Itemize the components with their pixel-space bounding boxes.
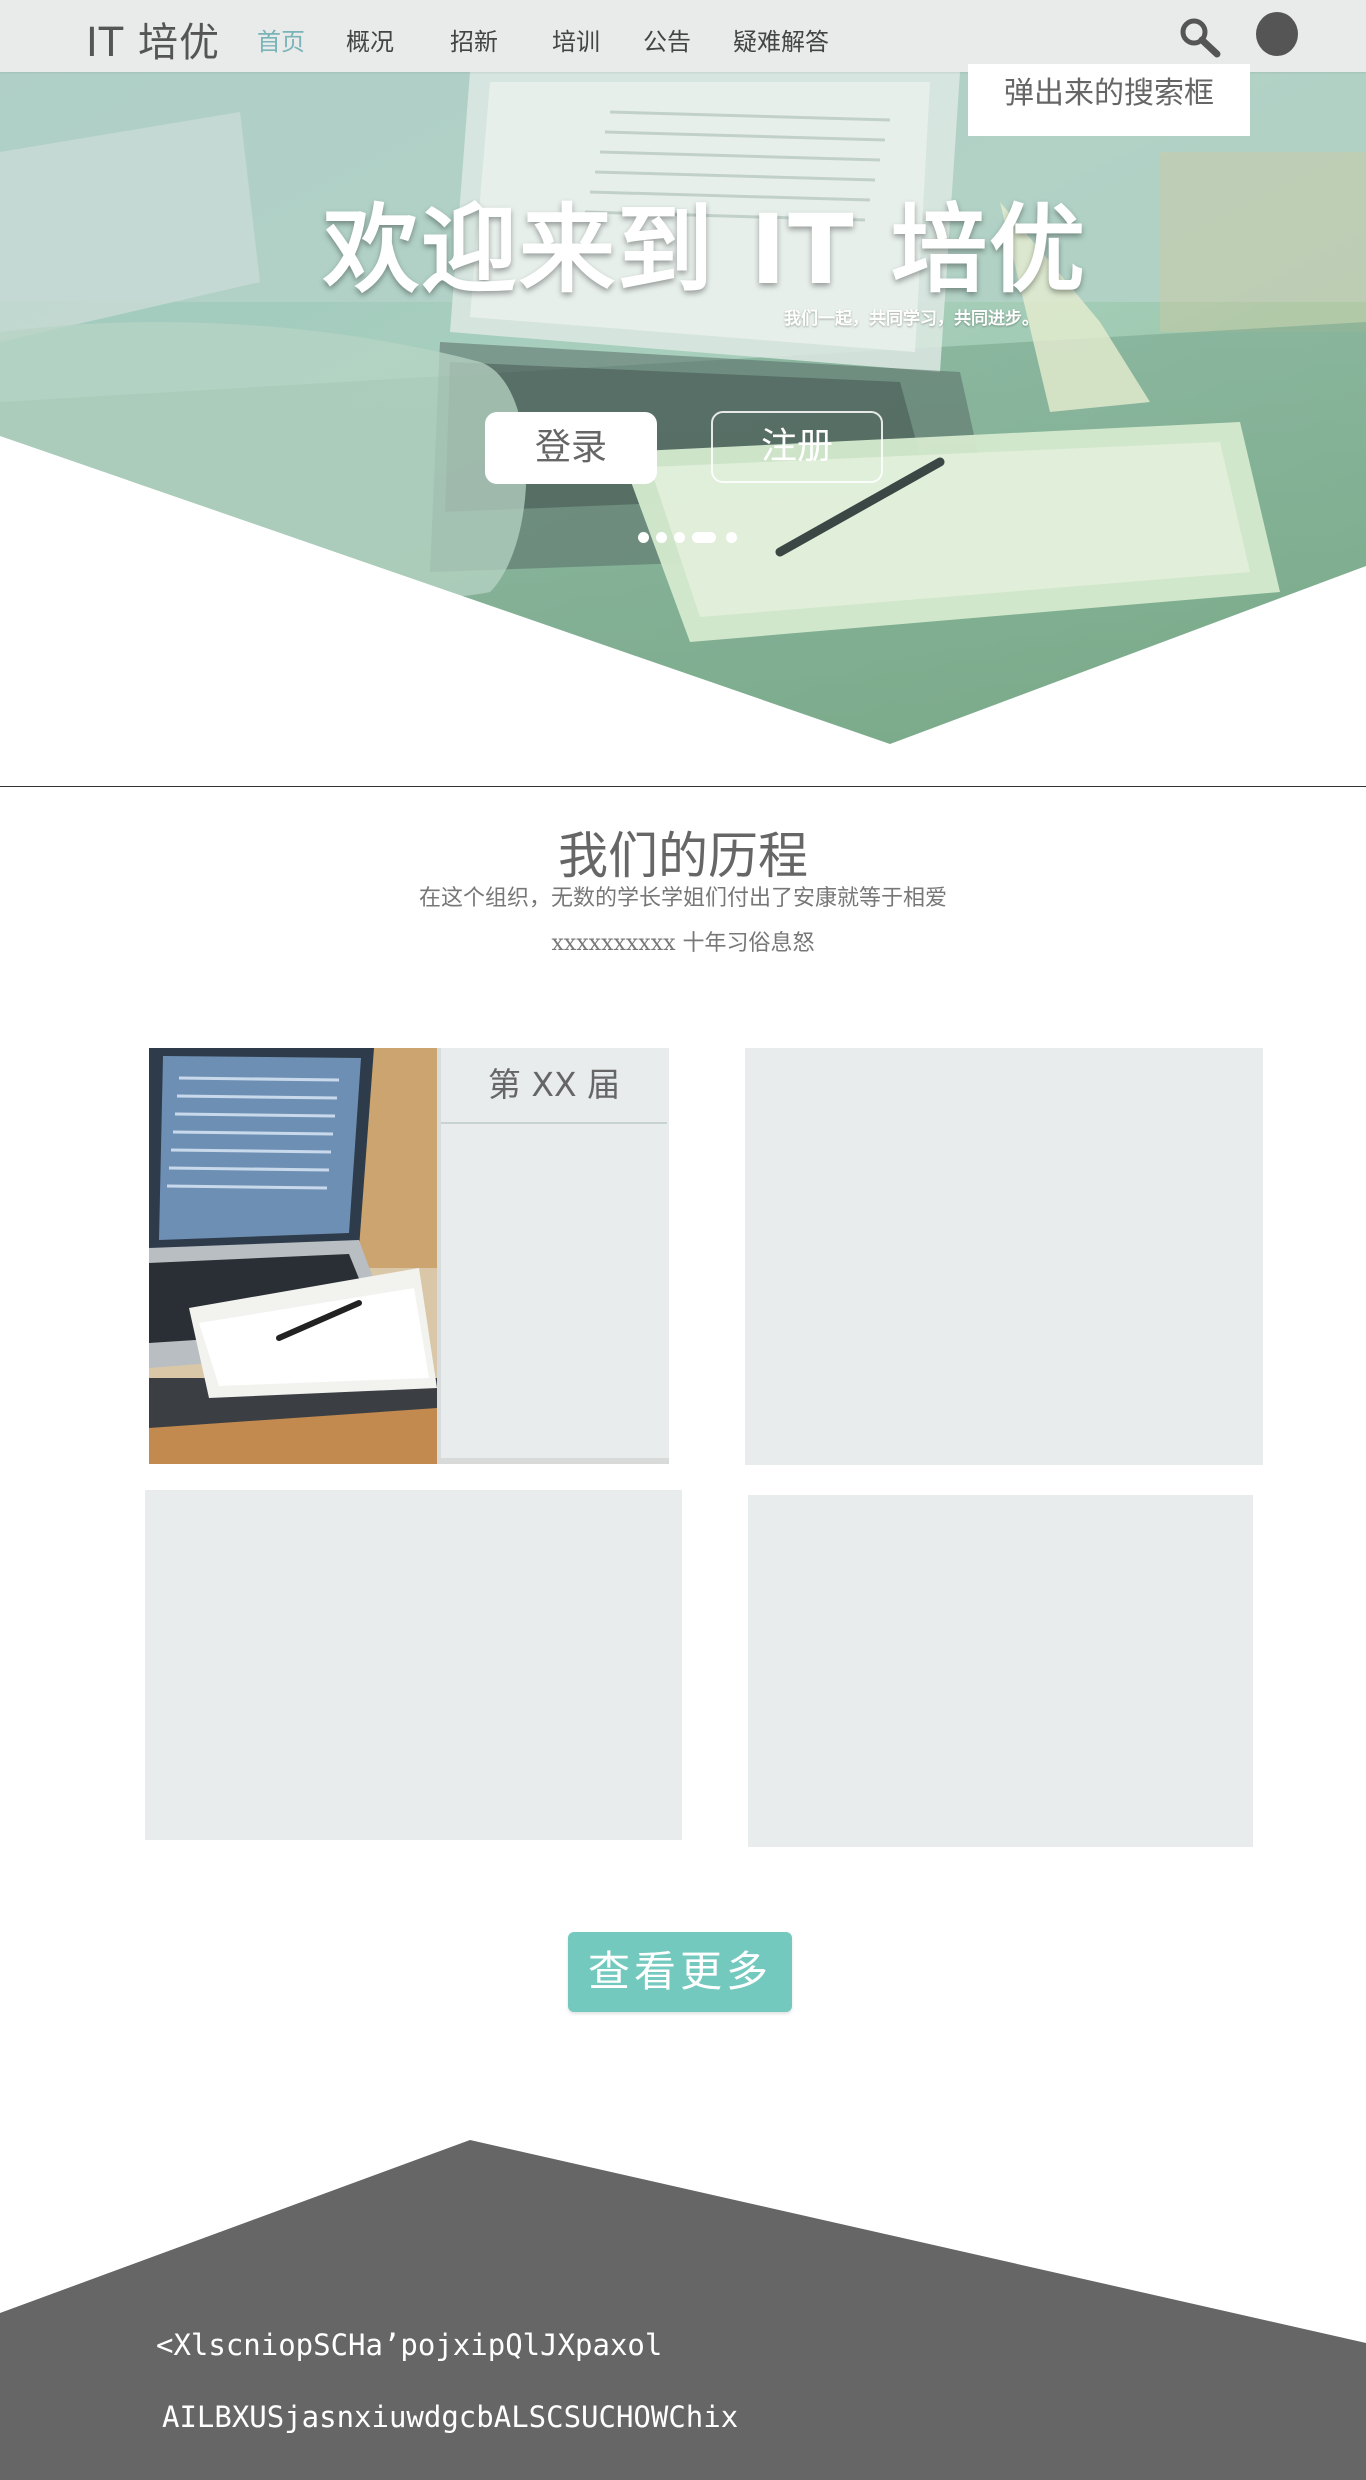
nav-item-recruit[interactable]: 招新 xyxy=(450,22,498,57)
nav-item-announcement[interactable]: 公告 xyxy=(643,22,691,57)
footer-text-1: <XlscniopSCHa’pojxipQlJXpaxol xyxy=(156,2328,663,2362)
section-divider xyxy=(0,786,1366,787)
history-description-2: xxxxxxxxxx 十年习俗息怒 xyxy=(551,931,815,956)
view-more-button[interactable]: 查看更多 xyxy=(568,1932,792,2012)
nav-item-home[interactable]: 首页 xyxy=(257,22,305,57)
hero-title: 欢迎来到 IT 培优 xyxy=(322,194,1088,306)
history-card-3[interactable] xyxy=(145,1490,682,1840)
history-card-image xyxy=(149,1048,437,1464)
nav-item-overview[interactable]: 概况 xyxy=(346,22,394,57)
login-button[interactable]: 登录 xyxy=(485,412,657,484)
register-button[interactable]: 注册 xyxy=(711,411,883,483)
history-card-2[interactable] xyxy=(745,1048,1263,1465)
top-nav: IT 培优 首页 概况 招新 培训 公告 疑难解答 xyxy=(0,0,1366,72)
carousel-dot-1[interactable] xyxy=(638,532,649,543)
nav-item-faq[interactable]: 疑难解答 xyxy=(733,22,829,57)
brand-logo[interactable]: IT 培优 xyxy=(86,10,220,68)
carousel-dot-4[interactable] xyxy=(692,532,716,543)
carousel-dot-5[interactable] xyxy=(726,532,737,543)
footer-text-2: AILBXUSjasnxiuwdgcbALSCSUCHOWChix xyxy=(162,2400,739,2434)
search-icon[interactable] xyxy=(1178,16,1222,60)
carousel-dot-2[interactable] xyxy=(656,532,667,543)
history-card-title: 第 XX 届 xyxy=(441,1048,667,1124)
hero-subtitle: 我们一起，共同学习，共同进步。 xyxy=(784,309,1039,329)
history-title: 我们的历程 xyxy=(558,827,808,885)
history-card-1[interactable]: 第 XX 届 xyxy=(149,1048,669,1464)
history-card-4[interactable] xyxy=(748,1495,1253,1847)
avatar[interactable] xyxy=(1256,12,1298,56)
history-description: 在这个组织，无数的学长学姐们付出了安康就等于相爱 xyxy=(418,886,947,911)
hero-banner: 欢迎来到 IT 培优 我们一起，共同学习，共同进步。 登录 注册 xyxy=(0,72,1366,744)
nav-item-training[interactable]: 培训 xyxy=(552,22,600,57)
search-popup[interactable]: 弹出来的搜索框 xyxy=(968,64,1250,136)
carousel-dot-3[interactable] xyxy=(674,532,685,543)
card-bottom-border xyxy=(437,1458,669,1464)
